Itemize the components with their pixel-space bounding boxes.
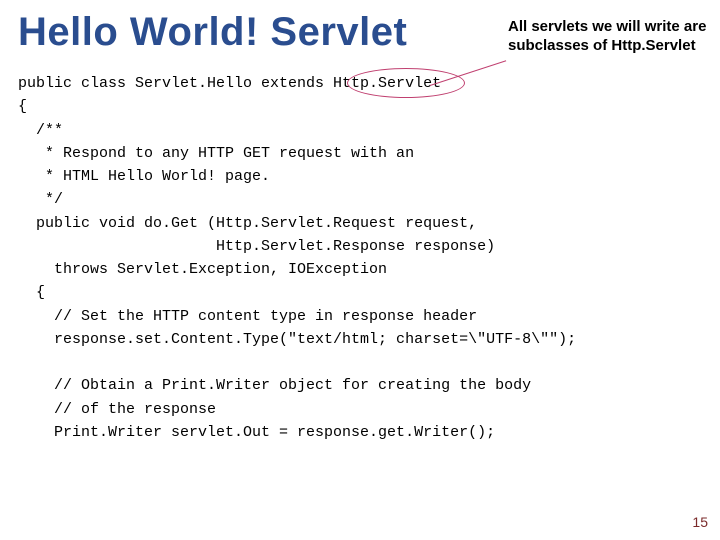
code-snippet: public class Servlet.Hello extends Http.…	[18, 72, 576, 444]
annotation-text: All servlets we will write are subclasse…	[508, 18, 708, 56]
callout-ellipse	[347, 68, 465, 98]
slide-title: Hello World! Servlet	[18, 10, 407, 55]
page-number: 15	[692, 514, 708, 530]
